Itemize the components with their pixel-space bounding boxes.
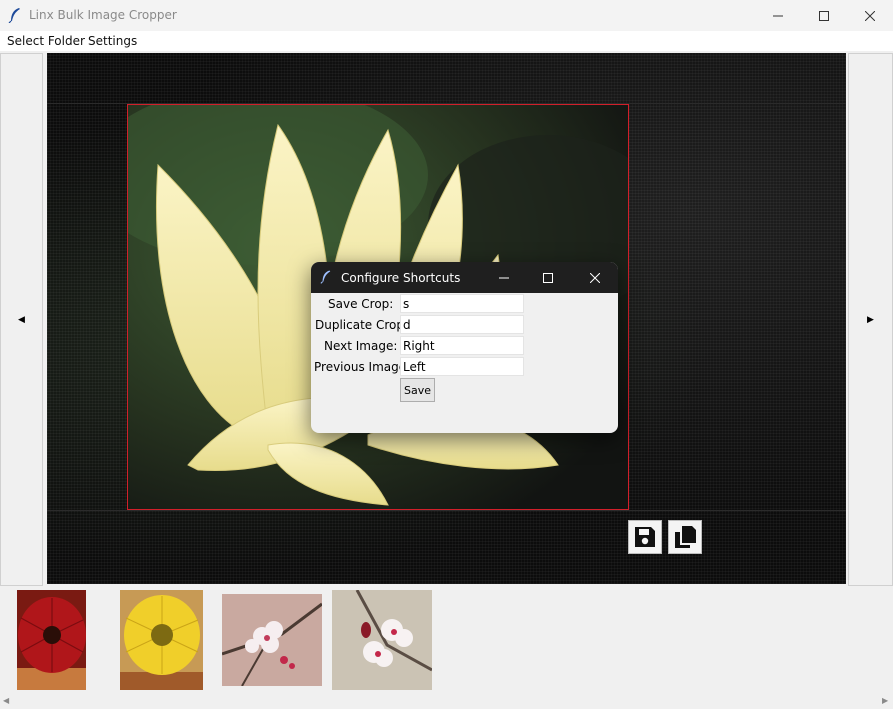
- duplicate-crop-shortcut-input[interactable]: [400, 315, 524, 334]
- dialog-maximize-button[interactable]: [525, 262, 571, 293]
- thumbnail-cherry-blossom-close[interactable]: [332, 590, 432, 690]
- duplicate-crop-button[interactable]: [668, 520, 702, 554]
- red-gerbera-image: [17, 590, 86, 690]
- close-button[interactable]: [847, 0, 893, 31]
- save-shortcuts-button[interactable]: Save: [400, 378, 435, 402]
- cherry-blossom-image: [222, 594, 322, 686]
- maximize-icon: [819, 10, 829, 21]
- scroll-left-icon[interactable]: ◀: [3, 696, 9, 705]
- dialog-title: Configure Shortcuts: [341, 271, 461, 285]
- cherry-blossom-close-image: [332, 590, 432, 690]
- feather-icon: [8, 8, 20, 23]
- feather-icon: [320, 270, 331, 284]
- thumbnail-red-gerbera[interactable]: [17, 590, 86, 690]
- previous-image-button[interactable]: ◀: [0, 53, 43, 586]
- dialog-title-bar: Configure Shortcuts: [311, 262, 618, 293]
- configure-shortcuts-dialog: Configure Shortcuts Save Crop: Duplicate…: [311, 262, 618, 433]
- menu-select-folder[interactable]: Select Folder: [7, 34, 85, 48]
- duplicate-crop-label: Duplicate Crop:: [315, 318, 409, 332]
- minimize-icon: [499, 277, 509, 278]
- next-image-shortcut-input[interactable]: [400, 336, 524, 355]
- close-icon: [590, 272, 600, 283]
- minimize-button[interactable]: [755, 0, 801, 31]
- title-bar: Linx Bulk Image Cropper: [0, 0, 893, 31]
- duplicate-icon: [675, 526, 696, 548]
- minimize-icon: [773, 15, 783, 16]
- close-icon: [865, 10, 875, 21]
- next-image-button[interactable]: ▶: [848, 53, 893, 586]
- previous-image-shortcut-input[interactable]: [400, 357, 524, 376]
- previous-arrow-icon: ◀: [18, 314, 25, 325]
- thumbnail-strip: [0, 586, 893, 694]
- previous-image-label: Previous Image:: [314, 360, 411, 374]
- menu-bar: Select Folder Settings: [0, 31, 893, 51]
- thumbnail-yellow-gerbera[interactable]: [120, 590, 203, 690]
- next-arrow-icon: ▶: [867, 314, 874, 325]
- save-crop-button[interactable]: [628, 520, 662, 554]
- yellow-gerbera-image: [120, 590, 203, 690]
- maximize-icon: [543, 272, 553, 283]
- dialog-close-button[interactable]: [572, 262, 618, 293]
- save-icon: [635, 527, 655, 547]
- thumbnail-cherry-blossom[interactable]: [222, 594, 322, 686]
- maximize-button[interactable]: [801, 0, 847, 31]
- save-crop-shortcut-input[interactable]: [400, 294, 524, 313]
- guide-line-bottom: [47, 510, 846, 511]
- save-crop-label: Save Crop:: [328, 297, 394, 311]
- horizontal-scrollbar[interactable]: ◀ ▶: [0, 694, 893, 709]
- window-title: Linx Bulk Image Cropper: [29, 8, 177, 22]
- menu-settings[interactable]: Settings: [88, 34, 137, 48]
- scroll-right-icon[interactable]: ▶: [882, 696, 888, 705]
- next-image-label: Next Image:: [324, 339, 398, 353]
- dialog-minimize-button[interactable]: [481, 262, 527, 293]
